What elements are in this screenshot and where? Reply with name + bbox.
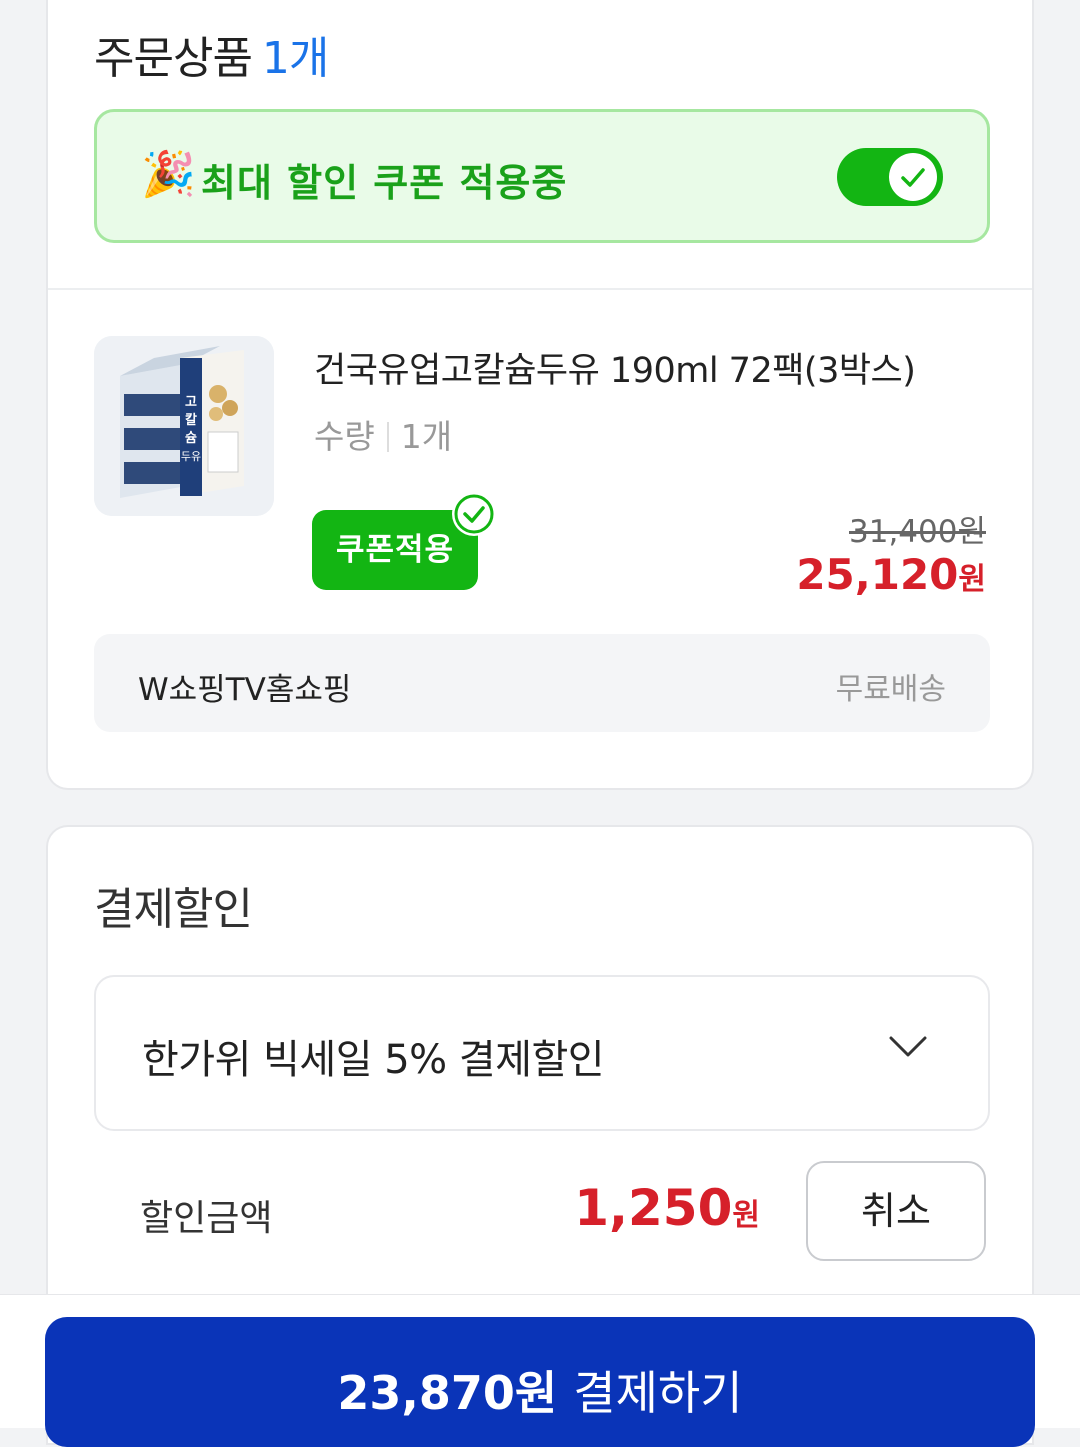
sale-price-value: 25,120 bbox=[796, 550, 959, 599]
payment-discount-title: 결제할인 bbox=[94, 884, 253, 935]
sale-price: 25,120원 bbox=[796, 550, 986, 599]
section-divider bbox=[48, 288, 1032, 290]
quantity-separator bbox=[386, 422, 389, 452]
cancel-discount-button[interactable]: 취소 bbox=[806, 1161, 986, 1261]
max-coupon-toggle[interactable] bbox=[837, 148, 943, 206]
package-label-3: 슘 bbox=[185, 431, 197, 446]
chevron-down-icon bbox=[889, 1036, 927, 1057]
toggle-knob bbox=[889, 153, 937, 201]
quantity-label: 수량 bbox=[314, 417, 375, 456]
quantity-value: 1개 bbox=[400, 417, 453, 456]
sale-price-unit: 원 bbox=[958, 562, 986, 597]
product-thumbnail[interactable]: 고 칼 슘 두유 bbox=[94, 336, 274, 516]
payment-discount-select[interactable]: 한가위 빅세일 5% 결제할인 bbox=[94, 975, 990, 1131]
discount-amount: 1,250원 bbox=[574, 1179, 760, 1237]
original-price: 31,400원 bbox=[849, 514, 986, 550]
package-label-1: 고 bbox=[185, 395, 197, 410]
shipping-info: 무료배송 bbox=[835, 672, 946, 707]
product-soymilk-box-image: 고 칼 슘 두유 bbox=[94, 336, 274, 516]
order-items-card: 주문상품 1개 🎉 최대 할인 쿠폰 적용중 고 칼 슘 두유 건국유업고칼슘두… bbox=[46, 0, 1034, 790]
discount-amount-value: 1,250 bbox=[574, 1179, 733, 1237]
max-coupon-banner-text: 최대 할인 쿠폰 적용중 bbox=[201, 161, 568, 205]
package-label-2: 칼 bbox=[185, 413, 197, 428]
seller-info: W쇼핑TV홈쇼핑 무료배송 bbox=[94, 634, 990, 732]
package-label-4: 두유 bbox=[181, 450, 201, 463]
discount-amount-unit: 원 bbox=[732, 1198, 760, 1233]
discount-amount-label: 할인금액 bbox=[140, 1198, 273, 1239]
payment-discount-selected-option: 한가위 빅세일 5% 결제할인 bbox=[142, 1037, 605, 1083]
product-name[interactable]: 건국유업고칼슘두유 190ml 72팩(3박스) bbox=[314, 342, 916, 393]
order-items-title: 주문상품 1개 bbox=[94, 22, 329, 86]
pay-action-text: 결제하기 bbox=[573, 1366, 743, 1420]
max-coupon-banner[interactable]: 🎉 최대 할인 쿠폰 적용중 bbox=[94, 109, 990, 243]
party-popper-icon: 🎉 bbox=[141, 149, 196, 200]
pay-button-label: 23,870원 결제하기 bbox=[45, 1357, 1035, 1423]
order-items-count: 1개 bbox=[261, 33, 329, 84]
coupon-applied-check-icon bbox=[452, 492, 496, 536]
seller-name: W쇼핑TV홈쇼핑 bbox=[138, 672, 352, 708]
check-icon bbox=[901, 168, 925, 187]
pay-amount: 23,870원 bbox=[337, 1366, 558, 1420]
checkout-bar: 23,870원 결제하기 bbox=[0, 1294, 1080, 1447]
quantity-row: 수량 1개 bbox=[314, 410, 452, 458]
order-items-title-text: 주문상품 bbox=[94, 33, 253, 84]
